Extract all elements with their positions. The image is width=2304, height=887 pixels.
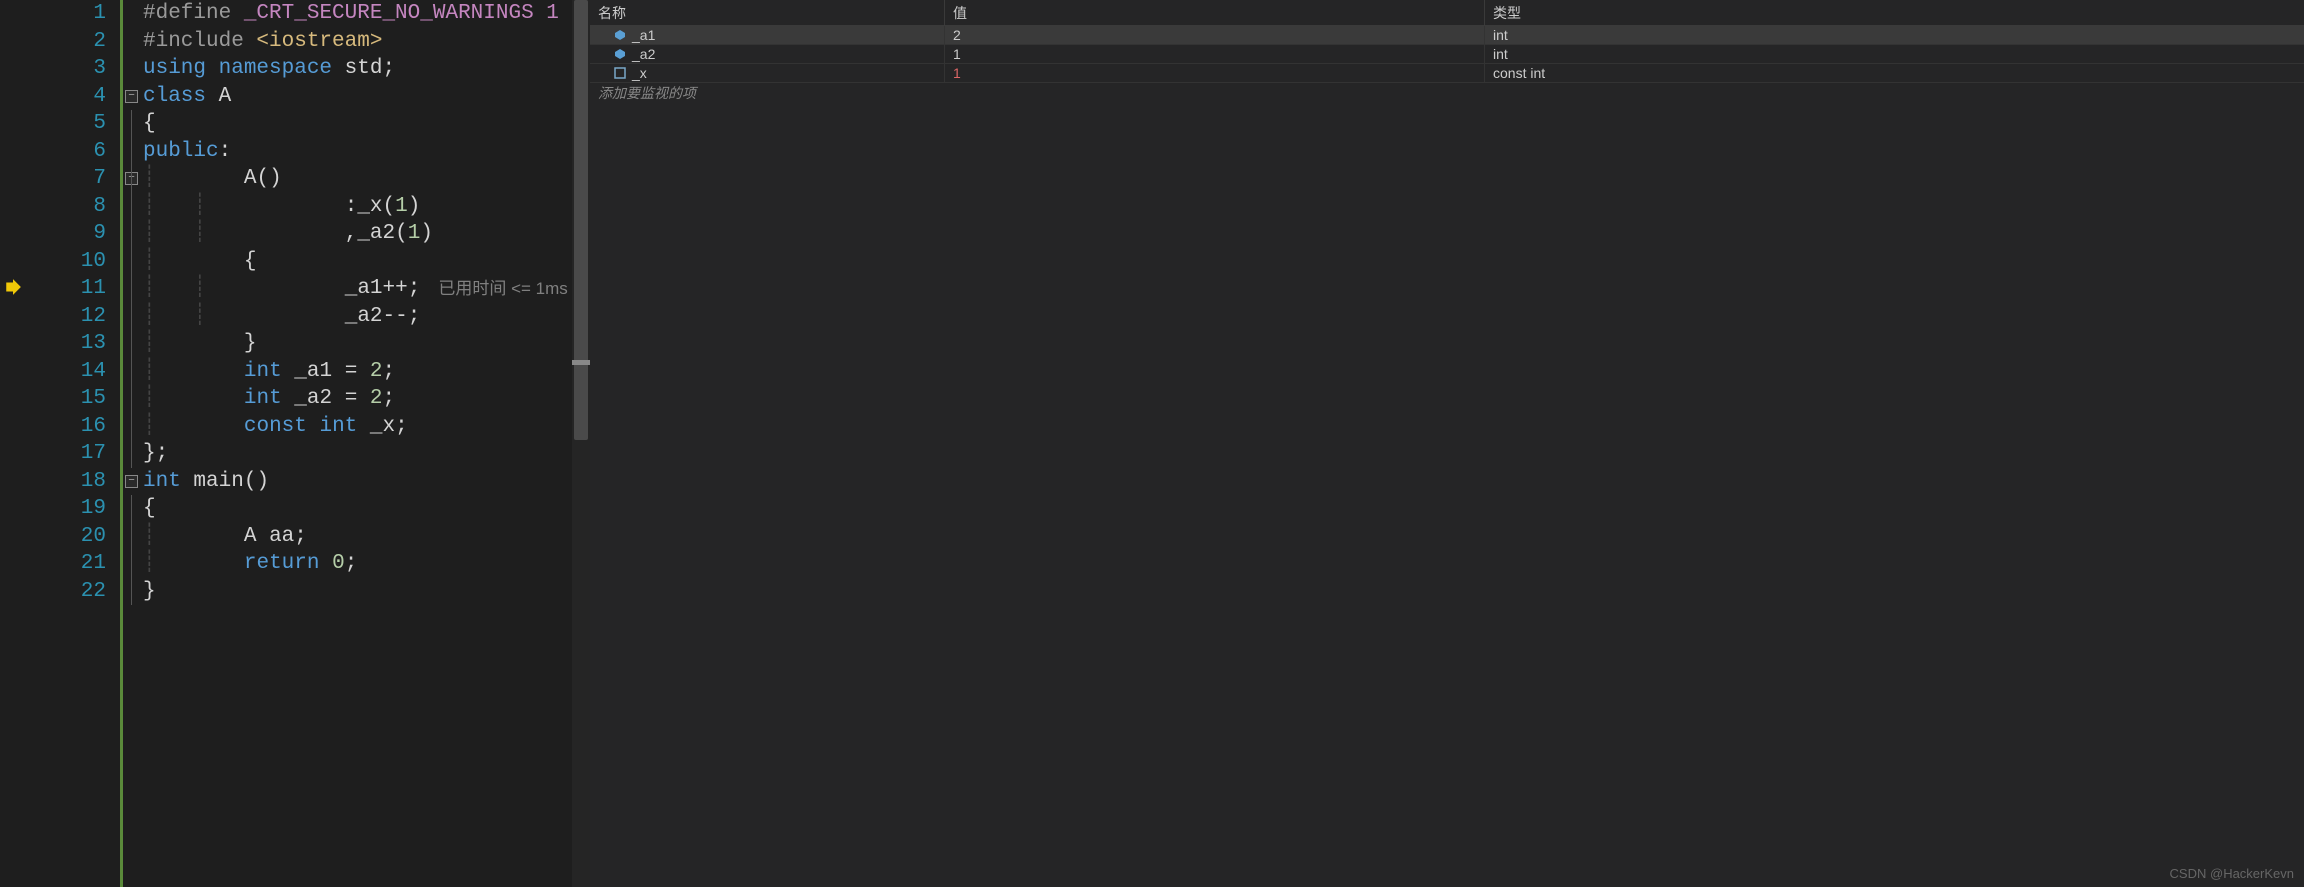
watch-col-type[interactable]: 类型	[1485, 0, 2304, 25]
line-number: 11	[30, 275, 106, 303]
line-number: 4	[30, 83, 106, 111]
watch-var-name: _a1	[632, 27, 655, 43]
watch-rows: _a12int_a21int_x1const int添加要监视的项	[590, 26, 2304, 887]
constant-icon	[614, 67, 626, 79]
line-number: 2	[30, 28, 106, 56]
code-line[interactable]: ┊ }	[143, 330, 572, 358]
vertical-scrollbar[interactable]	[572, 0, 590, 887]
watch-type-cell: const int	[1485, 64, 2304, 82]
line-number: 1	[30, 0, 106, 28]
code-line[interactable]: ┊ int _a1 = 2;	[143, 358, 572, 386]
line-number: 3	[30, 55, 106, 83]
code-line[interactable]: ┊ ┊ ,_a2(1)	[143, 220, 572, 248]
code-line[interactable]: ┊ A()	[143, 165, 572, 193]
line-number: 7	[30, 165, 106, 193]
code-line[interactable]: ┊ A aa;	[143, 523, 572, 551]
code-line[interactable]: int main()	[143, 468, 572, 496]
code-line[interactable]: ┊ {	[143, 248, 572, 276]
code-line[interactable]: {	[143, 110, 572, 138]
code-editor[interactable]: #define _CRT_SECURE_NO_WARNINGS 1#includ…	[143, 0, 572, 887]
fold-guide	[131, 495, 132, 605]
code-line[interactable]: ┊ const int _x;	[143, 413, 572, 441]
line-number: 21	[30, 550, 106, 578]
breakpoint-gutter[interactable]	[0, 0, 30, 887]
editor-pane: 12345678910111213141516171819202122 −−− …	[0, 0, 590, 887]
code-line[interactable]: };	[143, 440, 572, 468]
line-number: 5	[30, 110, 106, 138]
code-line[interactable]: ┊ ┊ _a2--;	[143, 303, 572, 331]
code-line[interactable]: #include <iostream>	[143, 28, 572, 56]
code-line[interactable]: ┊ ┊ :_x(1)	[143, 193, 572, 221]
watch-value-cell[interactable]: 1	[945, 64, 1485, 82]
watch-row[interactable]: _x 1const int	[590, 64, 2304, 83]
watch-pane: 名称 值 类型 _a12int_a21int_x1const int添加要监视的…	[590, 0, 2304, 887]
code-line[interactable]: #define _CRT_SECURE_NO_WARNINGS 1	[143, 0, 572, 28]
watch-row[interactable]: _a1 2int	[590, 26, 2304, 45]
execution-pointer-icon	[4, 278, 22, 296]
scroll-thumb[interactable]	[574, 0, 588, 440]
watch-type-cell: int	[1485, 45, 2304, 63]
code-line[interactable]: ┊ return 0;	[143, 550, 572, 578]
watch-col-name[interactable]: 名称	[590, 0, 945, 25]
code-line[interactable]: public:	[143, 138, 572, 166]
line-number: 18	[30, 468, 106, 496]
field-icon	[614, 48, 626, 60]
line-number: 9	[30, 220, 106, 248]
field-icon	[614, 29, 626, 41]
code-line[interactable]: ┊ int _a2 = 2;	[143, 385, 572, 413]
perf-hint: 已用时间 <= 1ms	[438, 275, 567, 303]
watch-value-cell[interactable]: 1	[945, 45, 1485, 63]
watch-value-cell[interactable]: 2	[945, 26, 1485, 44]
watch-name-cell[interactable]: _a1	[590, 26, 945, 44]
line-number: 14	[30, 358, 106, 386]
line-number: 12	[30, 303, 106, 331]
line-number: 22	[30, 578, 106, 606]
fold-gutter[interactable]: −−−	[123, 0, 143, 887]
app-root: 12345678910111213141516171819202122 −−− …	[0, 0, 2304, 887]
watch-var-name: _a2	[632, 46, 655, 62]
fold-toggle-icon[interactable]: −	[125, 475, 138, 488]
watch-header: 名称 值 类型	[590, 0, 2304, 26]
line-number: 20	[30, 523, 106, 551]
line-number: 8	[30, 193, 106, 221]
watch-add-placeholder[interactable]: 添加要监视的项	[590, 83, 2304, 102]
watch-name-cell[interactable]: _a2	[590, 45, 945, 63]
line-number: 15	[30, 385, 106, 413]
watch-row[interactable]: _a2 1int	[590, 45, 2304, 64]
fold-guide	[131, 193, 132, 358]
fold-toggle-icon[interactable]: −	[125, 90, 138, 103]
code-line[interactable]: using namespace std;	[143, 55, 572, 83]
watermark: CSDN @HackerKevn	[2170, 866, 2294, 881]
line-number: 19	[30, 495, 106, 523]
line-number: 10	[30, 248, 106, 276]
line-number: 13	[30, 330, 106, 358]
line-numbers: 12345678910111213141516171819202122	[30, 0, 120, 887]
code-line[interactable]: class A	[143, 83, 572, 111]
scroll-marker	[572, 360, 590, 365]
code-line[interactable]: }	[143, 578, 572, 606]
line-number: 17	[30, 440, 106, 468]
watch-name-cell[interactable]: _x	[590, 64, 945, 82]
watch-var-name: _x	[632, 65, 647, 81]
code-line[interactable]: ┊ ┊ _a1++;已用时间 <= 1ms	[143, 275, 572, 303]
line-number: 16	[30, 413, 106, 441]
code-line[interactable]: {	[143, 495, 572, 523]
watch-col-value[interactable]: 值	[945, 0, 1485, 25]
line-number: 6	[30, 138, 106, 166]
watch-type-cell: int	[1485, 26, 2304, 44]
